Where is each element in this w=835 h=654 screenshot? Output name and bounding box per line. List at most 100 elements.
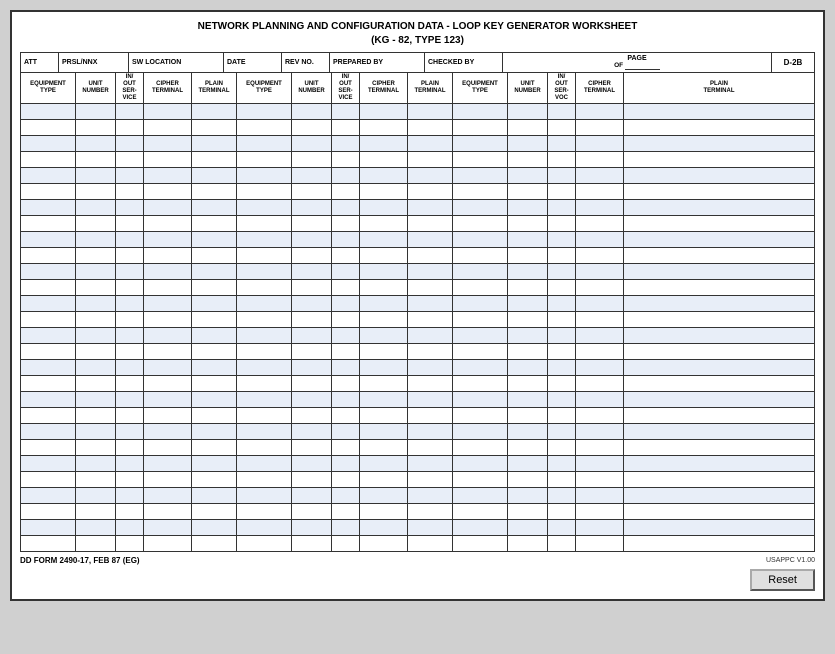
table-cell[interactable] (76, 279, 116, 295)
table-cell[interactable] (237, 231, 292, 247)
table-cell[interactable] (144, 295, 192, 311)
table-cell[interactable] (548, 455, 576, 471)
table-cell[interactable] (144, 503, 192, 519)
table-cell[interactable] (408, 167, 453, 183)
table-cell[interactable] (408, 359, 453, 375)
table-cell[interactable] (21, 295, 76, 311)
table-cell[interactable] (408, 231, 453, 247)
table-cell[interactable] (237, 519, 292, 535)
table-cell[interactable] (360, 391, 408, 407)
table-cell[interactable] (21, 199, 76, 215)
table-cell[interactable] (508, 535, 548, 551)
table-cell[interactable] (408, 423, 453, 439)
table-cell[interactable] (237, 135, 292, 151)
table-cell[interactable] (576, 311, 624, 327)
table-cell[interactable] (508, 471, 548, 487)
table-cell[interactable] (508, 455, 548, 471)
table-cell[interactable] (453, 423, 508, 439)
table-cell[interactable] (76, 327, 116, 343)
table-cell[interactable] (76, 295, 116, 311)
table-cell[interactable] (292, 199, 332, 215)
table-cell[interactable] (292, 343, 332, 359)
table-cell[interactable] (76, 423, 116, 439)
table-cell[interactable] (360, 343, 408, 359)
table-cell[interactable] (192, 471, 237, 487)
table-cell[interactable] (76, 247, 116, 263)
table-cell[interactable] (292, 295, 332, 311)
table-cell[interactable] (144, 519, 192, 535)
table-cell[interactable] (192, 231, 237, 247)
table-cell[interactable] (21, 135, 76, 151)
table-cell[interactable] (192, 535, 237, 551)
table-cell[interactable] (360, 167, 408, 183)
table-cell[interactable] (508, 503, 548, 519)
table-cell[interactable] (237, 103, 292, 119)
table-cell[interactable] (116, 423, 144, 439)
table-cell[interactable] (332, 215, 360, 231)
table-cell[interactable] (332, 183, 360, 199)
table-cell[interactable] (144, 311, 192, 327)
table-cell[interactable] (192, 167, 237, 183)
table-cell[interactable] (360, 263, 408, 279)
table-cell[interactable] (76, 135, 116, 151)
table-cell[interactable] (21, 263, 76, 279)
table-cell[interactable] (624, 439, 815, 455)
table-cell[interactable] (576, 375, 624, 391)
table-cell[interactable] (360, 519, 408, 535)
table-cell[interactable] (116, 119, 144, 135)
table-cell[interactable] (332, 503, 360, 519)
table-cell[interactable] (576, 359, 624, 375)
table-cell[interactable] (360, 231, 408, 247)
table-cell[interactable] (453, 519, 508, 535)
table-cell[interactable] (360, 535, 408, 551)
table-cell[interactable] (576, 167, 624, 183)
table-cell[interactable] (548, 471, 576, 487)
table-cell[interactable] (332, 391, 360, 407)
table-cell[interactable] (292, 183, 332, 199)
table-cell[interactable] (21, 519, 76, 535)
table-cell[interactable] (548, 247, 576, 263)
table-cell[interactable] (237, 247, 292, 263)
table-cell[interactable] (508, 247, 548, 263)
table-cell[interactable] (144, 199, 192, 215)
table-cell[interactable] (21, 423, 76, 439)
table-cell[interactable] (624, 471, 815, 487)
table-cell[interactable] (576, 215, 624, 231)
table-cell[interactable] (192, 215, 237, 231)
table-cell[interactable] (624, 183, 815, 199)
table-cell[interactable] (360, 487, 408, 503)
table-cell[interactable] (453, 263, 508, 279)
table-cell[interactable] (21, 215, 76, 231)
table-cell[interactable] (508, 151, 548, 167)
table-cell[interactable] (76, 375, 116, 391)
table-cell[interactable] (116, 311, 144, 327)
table-cell[interactable] (576, 535, 624, 551)
table-cell[interactable] (408, 535, 453, 551)
table-cell[interactable] (292, 407, 332, 423)
table-cell[interactable] (21, 503, 76, 519)
table-cell[interactable] (292, 279, 332, 295)
table-cell[interactable] (76, 407, 116, 423)
table-cell[interactable] (192, 247, 237, 263)
table-cell[interactable] (576, 199, 624, 215)
table-cell[interactable] (116, 135, 144, 151)
table-cell[interactable] (360, 279, 408, 295)
table-cell[interactable] (624, 247, 815, 263)
table-cell[interactable] (453, 151, 508, 167)
table-cell[interactable] (332, 407, 360, 423)
table-cell[interactable] (21, 455, 76, 471)
table-cell[interactable] (548, 343, 576, 359)
table-cell[interactable] (237, 487, 292, 503)
table-cell[interactable] (408, 119, 453, 135)
table-cell[interactable] (332, 439, 360, 455)
table-cell[interactable] (576, 151, 624, 167)
table-cell[interactable] (237, 423, 292, 439)
table-cell[interactable] (192, 151, 237, 167)
table-cell[interactable] (21, 279, 76, 295)
table-cell[interactable] (508, 359, 548, 375)
table-cell[interactable] (237, 119, 292, 135)
table-cell[interactable] (292, 167, 332, 183)
table-cell[interactable] (360, 135, 408, 151)
table-cell[interactable] (116, 471, 144, 487)
table-cell[interactable] (237, 407, 292, 423)
